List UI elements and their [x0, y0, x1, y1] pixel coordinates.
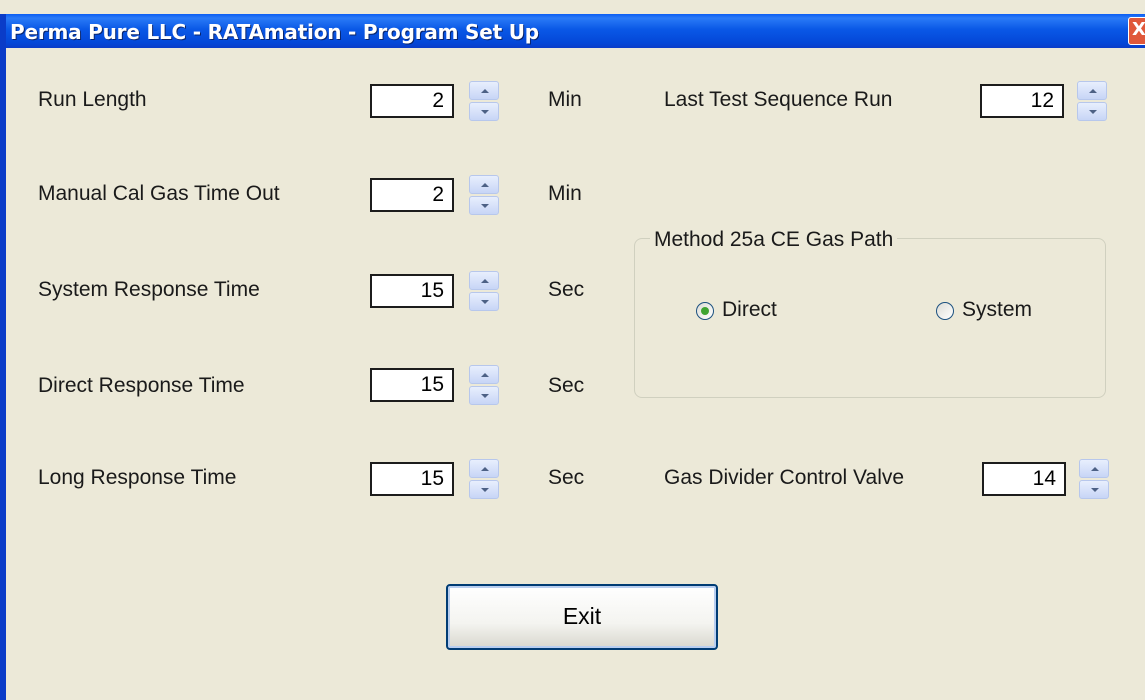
gas-path-group-title: Method 25a CE Gas Path	[650, 228, 898, 252]
system-response-time-input[interactable]: 15	[370, 274, 454, 308]
last-test-sequence-run-label: Last Test Sequence Run	[664, 88, 893, 111]
direct-response-time-up-icon[interactable]	[469, 365, 499, 384]
long-response-time-down-icon[interactable]	[469, 480, 499, 499]
gas-divider-control-valve-spinner[interactable]	[1079, 459, 1109, 499]
direct-response-time-spinner[interactable]	[469, 365, 499, 405]
run-length-spinner[interactable]	[469, 81, 499, 121]
long-response-time-up-icon[interactable]	[469, 459, 499, 478]
close-button[interactable]: X	[1128, 17, 1145, 45]
run-length-up-icon[interactable]	[469, 81, 499, 100]
manual-cal-gas-timeout-down-icon[interactable]	[469, 196, 499, 215]
title-bar[interactable]: Perma Pure LLC - RATAmation - Program Se…	[0, 14, 1145, 48]
system-radio-label[interactable]: System	[962, 298, 1032, 322]
close-icon: X	[1132, 19, 1145, 40]
gas-divider-control-valve-label: Gas Divider Control Valve	[664, 466, 905, 489]
radio-selected-dot-icon	[701, 307, 709, 315]
last-test-sequence-run-spinner[interactable]	[1077, 81, 1107, 121]
last-test-sequence-run-input[interactable]: 12	[980, 84, 1064, 118]
manual-cal-gas-timeout-spinner[interactable]	[469, 175, 499, 215]
manual-cal-gas-timeout-label: Manual Cal Gas Time Out	[38, 182, 280, 205]
direct-response-time-label: Direct Response Time	[38, 374, 245, 397]
long-response-time-unit: Sec	[548, 466, 585, 489]
run-length-down-icon[interactable]	[469, 102, 499, 121]
system-response-time-unit: Sec	[548, 278, 585, 301]
system-radio[interactable]	[936, 302, 954, 320]
run-length-label: Run Length	[38, 88, 147, 111]
manual-cal-gas-timeout-up-icon[interactable]	[469, 175, 499, 194]
run-length-unit: Min	[548, 88, 582, 111]
exit-button[interactable]: Exit	[446, 584, 718, 650]
manual-cal-gas-timeout-unit: Min	[548, 182, 582, 205]
direct-response-time-down-icon[interactable]	[469, 386, 499, 405]
system-response-time-down-icon[interactable]	[469, 292, 499, 311]
system-response-time-label: System Response Time	[38, 278, 260, 301]
system-response-time-spinner[interactable]	[469, 271, 499, 311]
run-length-input[interactable]: 2	[370, 84, 454, 118]
last-test-sequence-run-up-icon[interactable]	[1077, 81, 1107, 100]
direct-radio-label[interactable]: Direct	[722, 298, 777, 322]
gas-divider-control-valve-up-icon[interactable]	[1079, 459, 1109, 478]
program-setup-window: Perma Pure LLC - RATAmation - Program Se…	[0, 0, 1145, 700]
long-response-time-label: Long Response Time	[38, 466, 237, 489]
gas-divider-control-valve-input[interactable]: 14	[982, 462, 1066, 496]
direct-radio[interactable]	[696, 302, 714, 320]
long-response-time-input[interactable]: 15	[370, 462, 454, 496]
manual-cal-gas-timeout-input[interactable]: 2	[370, 178, 454, 212]
system-response-time-up-icon[interactable]	[469, 271, 499, 290]
long-response-time-spinner[interactable]	[469, 459, 499, 499]
window-client-area: Run Length 2 Min Manual Cal Gas Time Out…	[6, 48, 1145, 700]
last-test-sequence-run-down-icon[interactable]	[1077, 102, 1107, 121]
direct-response-time-unit: Sec	[548, 374, 585, 397]
direct-response-time-input[interactable]: 15	[370, 368, 454, 402]
gas-divider-control-valve-down-icon[interactable]	[1079, 480, 1109, 499]
window-title: Perma Pure LLC - RATAmation - Program Se…	[10, 20, 539, 44]
